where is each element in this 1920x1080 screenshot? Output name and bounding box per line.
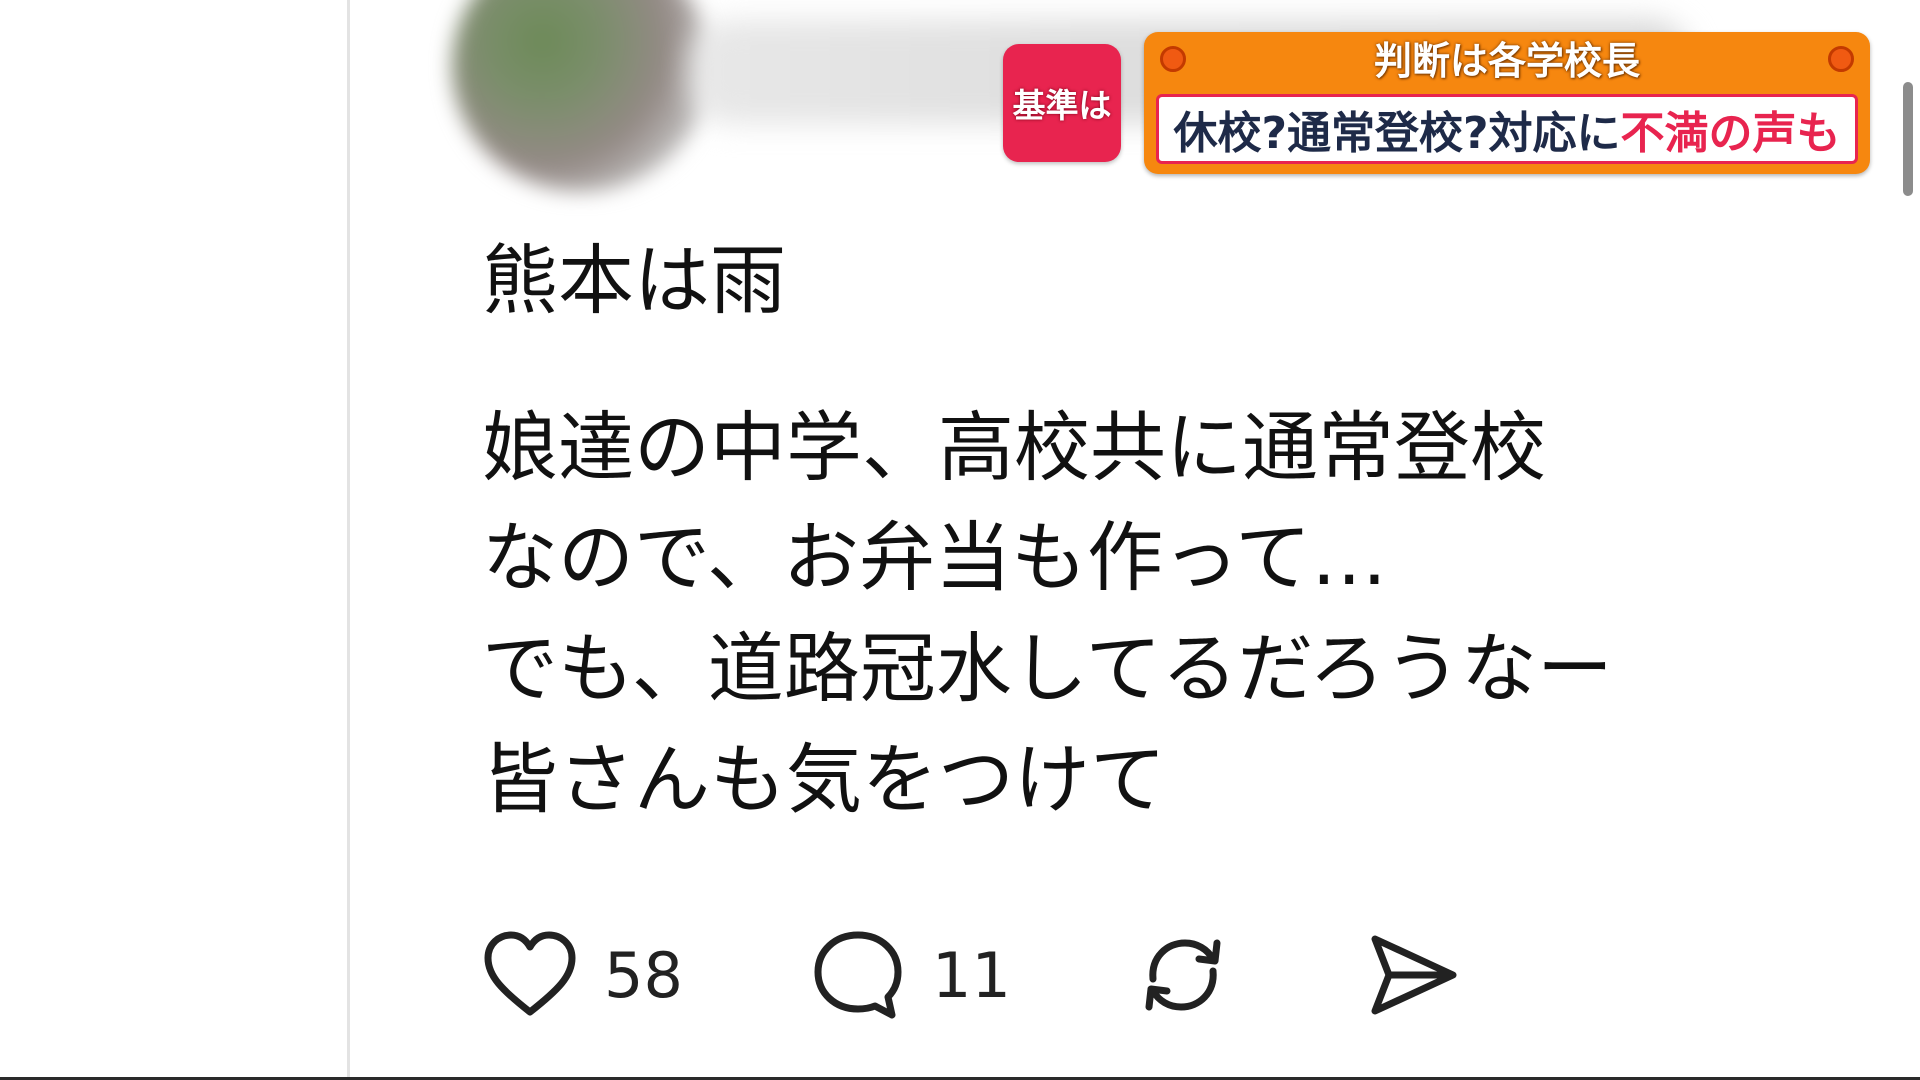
share-button[interactable] [1365, 925, 1461, 1025]
reply-button[interactable]: 11 [810, 925, 1011, 1025]
post-text-line: 皆さんも気をつけて [482, 735, 1166, 824]
caption-subline: 休校?通常登校?対応に 不満の声も [1156, 94, 1858, 164]
blurred-avatar [452, 0, 710, 192]
reply-count: 11 [932, 938, 1011, 1012]
caption-subline-accent: 不満の声も [1620, 108, 1841, 159]
scrollbar-thumb[interactable] [1903, 82, 1913, 196]
like-count: 58 [604, 938, 683, 1012]
send-icon [1371, 935, 1457, 1015]
repost-button[interactable] [1135, 925, 1231, 1025]
caption-tag: 基準は [1003, 44, 1121, 162]
post-text-line: 娘達の中学、高校共に通常登校 [482, 403, 1546, 492]
post-screen: 基準は 判断は各学校長 休校?通常登校?対応に 不満の声も 熊本は雨 娘達の中学、… [0, 0, 1920, 1080]
caption-subline-text: 休校?通常登校?対応に [1173, 108, 1621, 159]
like-button[interactable]: 58 [482, 925, 683, 1025]
repost-icon [1145, 939, 1221, 1011]
post-text-line: なので、お弁当も作って… [482, 513, 1388, 602]
heart-icon [484, 931, 576, 1016]
post-text-line: でも、道路冠水してるだろうなー [482, 624, 1613, 713]
caption-headline: 判断は各学校長 [1373, 39, 1640, 83]
news-caption: 判断は各学校長 休校?通常登校?対応に 不満の声も [1144, 32, 1870, 174]
comment-icon [814, 931, 902, 1019]
post-text-line: 熊本は雨 [482, 236, 786, 325]
column-divider [347, 0, 350, 1080]
